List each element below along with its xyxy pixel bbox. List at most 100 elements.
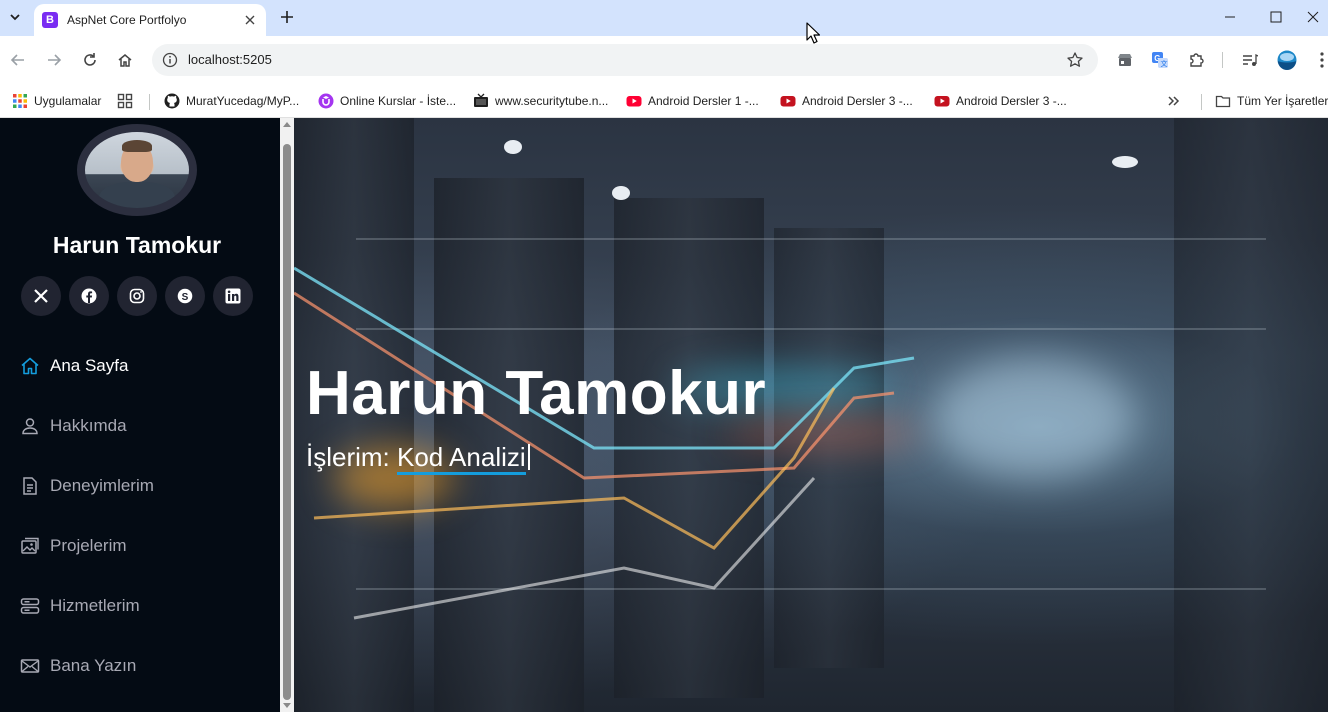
instagram-icon [129, 288, 145, 304]
bookmarks-overflow-button[interactable] [1166, 89, 1180, 113]
bookmark-apps[interactable]: Uygulamalar [12, 89, 101, 113]
scroll-down-arrow-icon[interactable] [283, 703, 291, 708]
bookmarks-bar: Uygulamalar MuratYucedag/MyP... Online K… [0, 84, 1328, 118]
youtube-icon [626, 93, 642, 109]
svg-text:S: S [182, 292, 189, 303]
scroll-thumb[interactable] [283, 144, 291, 700]
udemy-icon [318, 93, 334, 109]
nav-label: Deneyimlerim [50, 476, 154, 495]
bookmark-item[interactable]: MuratYucedag/MyP... [164, 89, 299, 113]
bookmark-item[interactable]: www.securitytube.n... [473, 89, 608, 113]
nav-services[interactable]: Hizmetlerim [20, 591, 260, 621]
social-x-link[interactable] [21, 276, 61, 316]
new-tab-button[interactable] [276, 6, 298, 28]
linkedin-icon [225, 288, 241, 304]
close-icon [1307, 11, 1319, 23]
info-icon[interactable] [162, 52, 178, 68]
playlist-icon [1243, 53, 1258, 66]
tab-search-button[interactable] [4, 6, 26, 28]
tv-icon [473, 93, 489, 109]
bookmark-item[interactable]: Android Dersler 3 -... [780, 89, 913, 113]
grid-icon [117, 93, 133, 109]
document-icon [20, 476, 40, 496]
home-icon [118, 54, 132, 67]
folder-icon [1215, 93, 1231, 109]
media-controls-button[interactable] [1240, 50, 1260, 70]
typing-cursor [527, 444, 530, 470]
arrow-left-icon [10, 54, 24, 66]
server-icon [20, 596, 40, 616]
nav-label: Projelerim [50, 536, 127, 555]
ceiling-light [1112, 156, 1138, 168]
star-icon[interactable] [1066, 51, 1084, 69]
youtube-icon [780, 93, 796, 109]
tab-title: AspNet Core Portfolyo [67, 13, 187, 27]
url-text[interactable]: localhost:5205 [188, 52, 272, 67]
bookmark-tab-groups[interactable] [117, 89, 139, 113]
close-window-button[interactable] [1298, 0, 1328, 34]
forward-button[interactable] [42, 48, 66, 72]
svg-text:文: 文 [1161, 59, 1168, 68]
bookmark-divider [149, 94, 150, 110]
translate-extension-button[interactable]: G文 [1150, 50, 1170, 70]
nav-label: Ana Sayfa [50, 356, 129, 375]
profile-name[interactable]: Harun Tamokur [0, 232, 274, 259]
apps-grid-icon [12, 93, 28, 109]
active-tab[interactable]: B AspNet Core Portfolyo [34, 4, 266, 36]
minimize-button[interactable] [1207, 0, 1253, 34]
maximize-icon [1270, 11, 1282, 23]
envelope-icon [20, 656, 40, 676]
address-bar[interactable]: localhost:5205 [152, 44, 1098, 76]
scroll-up-arrow-icon[interactable] [283, 122, 291, 127]
double-chevron-right-icon [1168, 96, 1180, 106]
all-bookmarks-folder[interactable]: Tüm Yer İşaretleri [1215, 89, 1328, 113]
maximize-button[interactable] [1253, 0, 1299, 34]
back-button[interactable] [6, 48, 30, 72]
translate-icon: G文 [1152, 52, 1168, 68]
youtube-icon [934, 93, 950, 109]
bookmark-item[interactable]: Android Dersler 1 -... [626, 89, 759, 113]
tab-close-button[interactable] [242, 12, 258, 28]
browser-menu-button[interactable] [1312, 50, 1328, 70]
home-button[interactable] [113, 48, 137, 72]
github-icon [164, 93, 180, 109]
skype-icon: S [177, 288, 193, 304]
hero-subtitle-prefix: İşlerim: [306, 442, 397, 472]
social-instagram-link[interactable] [117, 276, 157, 316]
close-icon [245, 15, 255, 25]
facebook-icon [81, 288, 97, 304]
social-facebook-link[interactable] [69, 276, 109, 316]
bookmark-item[interactable]: Online Kurslar - İste... [318, 89, 456, 113]
nav-label: Hakkımda [50, 416, 127, 435]
typed-text: Kod Analizi [397, 442, 526, 475]
bookmark-divider [1201, 94, 1202, 110]
bookmark-label: Android Dersler 3 -... [802, 94, 913, 108]
mouse-pointer-icon [806, 22, 820, 44]
x-icon [34, 289, 48, 303]
reload-icon [84, 53, 96, 66]
nav-contact[interactable]: Bana Yazın [20, 651, 260, 681]
hero-section: Harun Tamokur İşlerim: Kod Analizi [294, 118, 1328, 712]
store-extension-button[interactable] [1115, 50, 1135, 70]
reload-button[interactable] [78, 48, 102, 72]
social-skype-link[interactable]: S [165, 276, 205, 316]
home-icon [20, 356, 40, 376]
nav-experience[interactable]: Deneyimlerim [20, 471, 260, 501]
nav-about[interactable]: Hakkımda [20, 411, 260, 441]
plus-icon [281, 11, 293, 23]
bookmark-label: Uygulamalar [34, 94, 102, 108]
nav-label: Bana Yazın [50, 656, 137, 675]
profile-button[interactable] [1276, 49, 1298, 71]
sidebar-scrollbar[interactable] [280, 118, 294, 712]
nav-label: Hizmetlerim [50, 596, 140, 615]
hero-subtitle: İşlerim: Kod Analizi [306, 442, 530, 475]
bookmark-label: MuratYucedag/MyP... [186, 94, 300, 108]
nav-projects[interactable]: Projelerim [20, 531, 260, 561]
tab-strip: B AspNet Core Portfolyo [0, 0, 1328, 36]
extensions-button[interactable] [1187, 50, 1207, 70]
sidebar: Harun Tamokur S Ana Sayfa Hakkımda Deney… [0, 118, 280, 712]
nav-home[interactable]: Ana Sayfa [20, 351, 260, 381]
store-icon [1118, 54, 1132, 66]
social-linkedin-link[interactable] [213, 276, 253, 316]
bookmark-item[interactable]: Android Dersler 3 -... [934, 89, 1067, 113]
